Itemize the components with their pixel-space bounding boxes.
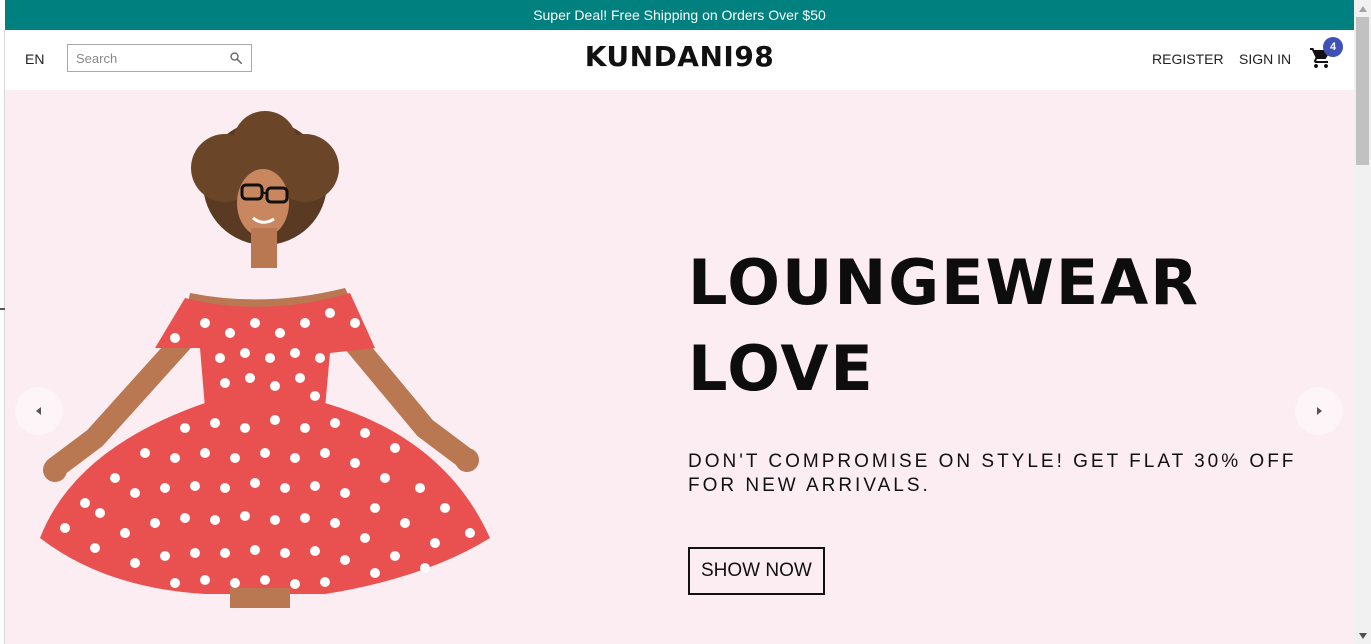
scroll-thumb[interactable] bbox=[1356, 17, 1369, 165]
slider-prev-button[interactable] bbox=[15, 387, 63, 435]
search-input[interactable] bbox=[74, 49, 228, 67]
scroll-down-arrow-icon bbox=[1358, 632, 1367, 639]
sign-in-link[interactable]: SIGN IN bbox=[1239, 51, 1291, 67]
hero-slider: LOUNGEWEAR LOVE DON'T COMPROMISE ON STYL… bbox=[5, 90, 1354, 644]
scroll-up-button[interactable] bbox=[1354, 0, 1371, 17]
hero-description: DON'T COMPROMISE ON STYLE! GET FLAT 30% … bbox=[688, 451, 1297, 496]
scroll-down-button[interactable] bbox=[1354, 627, 1371, 644]
page-scrollbar[interactable] bbox=[1354, 0, 1371, 644]
cart-count-badge: 4 bbox=[1323, 37, 1343, 57]
hero-title: LOUNGEWEAR LOVE bbox=[688, 246, 1200, 405]
announcement-text: Super Deal! Free Shipping on Orders Over… bbox=[533, 7, 826, 23]
navbar: EN KUNDANI98 REGISTER SIGN IN 4 bbox=[5, 30, 1354, 90]
announcement-bar: Super Deal! Free Shipping on Orders Over… bbox=[5, 0, 1354, 30]
cart-button[interactable]: 4 bbox=[1309, 37, 1343, 72]
show-now-button[interactable]: SHOW NOW bbox=[688, 547, 825, 595]
search-box bbox=[67, 44, 252, 72]
chevron-left-icon bbox=[36, 407, 41, 415]
language-selector[interactable]: EN bbox=[25, 51, 44, 67]
search-icon[interactable] bbox=[229, 51, 243, 65]
register-link[interactable]: REGISTER bbox=[1152, 51, 1224, 67]
slider-next-button[interactable] bbox=[1295, 387, 1343, 435]
chevron-right-icon bbox=[1317, 407, 1322, 415]
scroll-up-arrow-icon bbox=[1358, 5, 1367, 12]
hero-model-image bbox=[40, 111, 490, 608]
